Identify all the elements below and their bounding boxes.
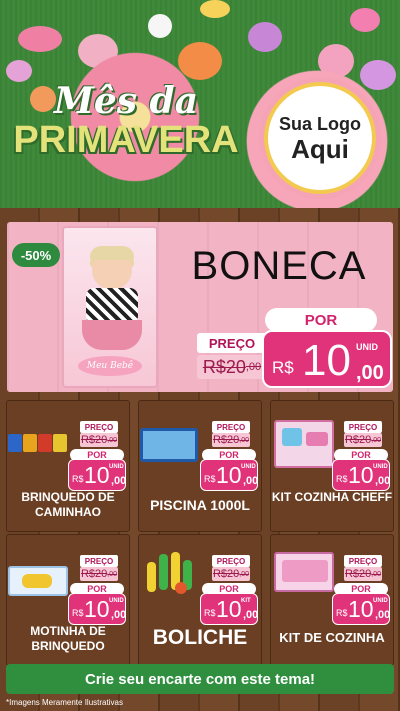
new-price: R$ 10 UNID ,00 xyxy=(68,593,126,625)
price-cents: ,00 xyxy=(111,609,127,621)
pool-image xyxy=(140,428,198,462)
old-price: R$20,00 xyxy=(344,433,382,447)
old-price-int: R$20 xyxy=(344,568,372,580)
price-int: 10 xyxy=(348,462,374,488)
por-label: POR xyxy=(265,308,377,332)
price-currency: R$ xyxy=(336,608,348,618)
old-price-int: R$20 xyxy=(212,434,240,446)
motorcycle-toy-image xyxy=(8,566,68,596)
product-name: PISCINA 1000L xyxy=(150,497,250,513)
preco-label: PREÇO xyxy=(197,333,267,353)
old-price-int: R$20 xyxy=(202,356,246,377)
new-price: R$ 10 UNID ,00 xyxy=(332,459,390,491)
price-cents: ,00 xyxy=(243,609,259,621)
product-name: BOLICHE xyxy=(152,626,248,649)
price-int: 10 xyxy=(302,336,351,385)
price-int: 10 xyxy=(84,596,110,622)
preco-label: PREÇO xyxy=(80,421,118,433)
old-price: R$20,00 xyxy=(80,433,118,447)
old-price-int: R$20 xyxy=(344,434,372,446)
kitchen-kit-image xyxy=(274,420,334,468)
campaign-title: Mês da PRIMAVERA xyxy=(10,82,242,160)
create-flyer-button[interactable]: Crie seu encarte com este tema! xyxy=(6,664,394,694)
price-cents: ,00 xyxy=(111,475,127,487)
new-price: R$ 10 UNID ,00 xyxy=(68,459,126,491)
price-int: 10 xyxy=(84,462,110,488)
old-price-cents: ,00 xyxy=(239,570,250,578)
price-cents: ,00 xyxy=(356,362,384,384)
flower-decoration xyxy=(18,26,62,52)
price-currency: R$ xyxy=(272,358,294,377)
price-unit: UNID xyxy=(109,464,124,470)
new-price: R$ 10 UNID ,00 xyxy=(332,593,390,625)
price-currency: R$ xyxy=(72,608,84,618)
doll-dress xyxy=(86,288,138,324)
price-unit: UNID xyxy=(109,598,124,604)
header-banner: Mês da PRIMAVERA Sua Logo Aqui xyxy=(0,0,400,208)
doll-hair-top xyxy=(90,246,134,260)
price-unit: UNID xyxy=(356,342,378,352)
flower-decoration xyxy=(350,8,380,32)
preco-label: PREÇO xyxy=(344,555,382,567)
price-currency: R$ xyxy=(72,474,84,484)
price-unit: UNID xyxy=(373,598,388,604)
old-price: R$20,00 xyxy=(212,567,250,581)
price-int: 10 xyxy=(216,462,242,488)
old-price-cents: ,00 xyxy=(239,436,250,444)
flower-decoration xyxy=(248,22,282,52)
new-price: R$ 10 KIT ,00 xyxy=(200,593,258,625)
new-price: R$ 10 UNID ,00 xyxy=(200,459,258,491)
price-currency: R$ xyxy=(336,474,348,484)
product-name: BRINQUEDO DE CAMINHAO xyxy=(21,490,115,519)
old-price-int: R$20 xyxy=(80,568,108,580)
logo-line-2: Aqui xyxy=(291,134,349,164)
price-cents: ,00 xyxy=(243,475,259,487)
flower-decoration xyxy=(200,0,230,18)
price-cents: ,00 xyxy=(375,609,391,621)
disclaimer: *Imagens Meramente Ilustrativas xyxy=(6,698,123,707)
price-int: 10 xyxy=(348,596,374,622)
price-currency: R$ xyxy=(204,474,216,484)
old-price: R$20,00 xyxy=(197,355,267,379)
old-price: R$20,00 xyxy=(80,567,118,581)
old-price-cents: ,00 xyxy=(371,570,382,578)
kitchen-set-image xyxy=(274,552,334,592)
price-currency: R$ xyxy=(204,608,216,618)
product-name: KIT DE COZINHA xyxy=(279,630,385,645)
price-unit: UNID xyxy=(241,464,256,470)
preco-label: PREÇO xyxy=(344,421,382,433)
box-brand-label: Meu Bebê xyxy=(78,356,142,376)
preco-label: PREÇO xyxy=(212,555,250,567)
doll-skirt xyxy=(82,320,142,350)
logo-placeholder: Sua Logo Aqui xyxy=(264,82,376,194)
price-unit: KIT xyxy=(241,598,251,604)
discount-badge: -50% xyxy=(12,243,60,267)
price-unit: UNID xyxy=(373,464,388,470)
featured-product-name: BONECA xyxy=(191,244,367,288)
title-line-2: PRIMAVERA xyxy=(13,119,239,161)
truck-toy-image xyxy=(8,430,68,456)
flower-decoration xyxy=(148,14,172,38)
flower-decoration xyxy=(6,60,32,82)
old-price-cents: ,00 xyxy=(371,436,382,444)
old-price-cents: ,00 xyxy=(245,361,262,373)
preco-label: PREÇO xyxy=(80,555,118,567)
old-price-cents: ,00 xyxy=(107,570,118,578)
product-name: MOTINHA DE BRINQUEDO xyxy=(30,624,106,653)
old-price-cents: ,00 xyxy=(107,436,118,444)
product-name: KIT COZINHA CHEFF xyxy=(271,490,393,504)
price-cents: ,00 xyxy=(375,475,391,487)
old-price-int: R$20 xyxy=(212,568,240,580)
bowling-image xyxy=(145,548,203,596)
old-price-int: R$20 xyxy=(80,434,108,446)
new-price: R$ 10 UNID ,00 xyxy=(262,330,392,388)
old-price: R$20,00 xyxy=(212,433,250,447)
old-price: R$20,00 xyxy=(344,567,382,581)
logo-line-1: Sua Logo xyxy=(279,114,361,134)
doll-product-image: Meu Bebê xyxy=(62,226,158,388)
preco-label: PREÇO xyxy=(212,421,250,433)
price-int: 10 xyxy=(216,596,242,622)
title-line-1: Mês da xyxy=(53,80,199,122)
